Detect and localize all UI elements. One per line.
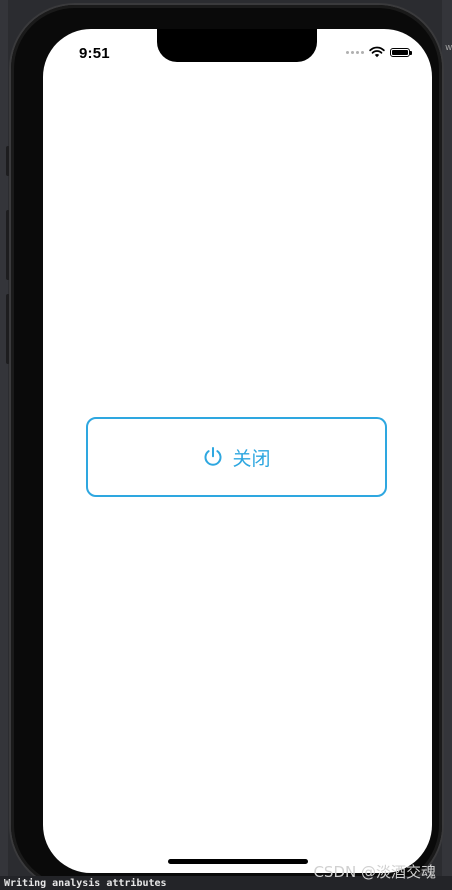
battery-icon [390, 47, 412, 57]
status-bar-time: 9:51 [79, 45, 110, 62]
device-screen: 9:51 关闭 [43, 29, 432, 873]
notch [157, 29, 317, 62]
host-ide-right-edge: w [442, 0, 452, 890]
volume-down-button [6, 294, 10, 364]
home-indicator[interactable] [168, 859, 308, 864]
status-bar-indicators [346, 46, 412, 58]
close-button[interactable]: 关闭 [86, 417, 387, 497]
host-ide-left-edge [0, 0, 8, 890]
cellular-signal-icon [346, 50, 364, 54]
mute-switch [6, 146, 10, 176]
wifi-icon [369, 46, 385, 58]
watermark: CSDN @淡酒交魂 [313, 863, 436, 881]
power-icon [204, 447, 222, 466]
close-button-label: 关闭 [232, 447, 271, 470]
host-ide-right-edge-text: w [445, 42, 452, 52]
iphone-simulator-frame: 9:51 关闭 [11, 5, 442, 889]
volume-up-button [6, 210, 10, 280]
console-output-line: Writing analysis attributes [4, 878, 167, 889]
